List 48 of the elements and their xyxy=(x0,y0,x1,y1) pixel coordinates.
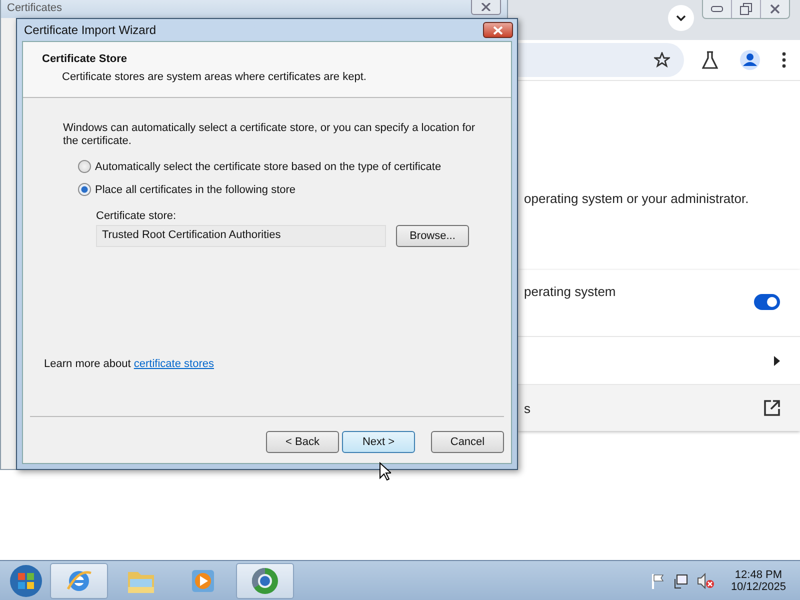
toggle-switch[interactable] xyxy=(754,294,780,310)
minimize-icon xyxy=(711,6,723,12)
radio-button[interactable] xyxy=(78,183,91,196)
close-button[interactable] xyxy=(471,0,501,15)
mouse-cursor-icon xyxy=(379,462,391,481)
clock-date: 10/12/2025 xyxy=(730,580,786,592)
wizard-button[interactable]: Cancel xyxy=(431,431,504,453)
dialog-title: Certificates xyxy=(7,1,62,16)
taskbar-app-button[interactable] xyxy=(50,562,108,598)
clock-time: 12:48 PM xyxy=(734,568,782,580)
close-icon xyxy=(481,3,491,11)
field-label: Certificate store: xyxy=(96,210,178,222)
intro-text: Windows can automatically select a certificate store, or you can specify a location for the certificate. xyxy=(63,122,476,148)
chevron-down-icon xyxy=(676,15,686,21)
star-icon[interactable] xyxy=(654,52,670,68)
radio-label[interactable]: Place all certificates in the following store xyxy=(95,184,296,196)
flag-icon[interactable] xyxy=(650,572,665,588)
radio-label[interactable]: Automatically select the certificate store based on the type of certificate xyxy=(95,160,442,172)
speaker-muted-icon[interactable] xyxy=(696,572,715,588)
wizard-button[interactable]: < Back xyxy=(266,431,339,453)
settings-description: operating system or your administrator. xyxy=(524,191,750,206)
windows-orb-icon xyxy=(9,564,43,598)
close-icon xyxy=(770,4,780,14)
menu-icon[interactable] xyxy=(782,52,786,68)
learn-more-link[interactable]: certificate stores xyxy=(134,358,214,370)
browse-button[interactable]: Browse... xyxy=(396,225,469,247)
globe-icon xyxy=(250,566,280,596)
page-heading: Certificate Store xyxy=(42,53,128,65)
tab-dropdown-button[interactable] xyxy=(668,5,694,31)
caret-right-icon[interactable] xyxy=(774,356,780,366)
wizard-button[interactable]: Next > xyxy=(342,431,415,453)
taskbar-app-button[interactable] xyxy=(236,562,294,598)
close-button[interactable] xyxy=(483,22,513,38)
flask-icon[interactable] xyxy=(702,51,718,69)
external-link-icon[interactable] xyxy=(764,400,780,416)
window-title: Certificate Import Wizard xyxy=(24,23,156,37)
profile-icon[interactable] xyxy=(740,50,760,70)
store-field[interactable]: Trusted Root Certification Authorities xyxy=(96,225,386,247)
network-icon[interactable] xyxy=(672,572,689,588)
learn-more-text: Learn more about certificate stores xyxy=(44,358,215,372)
restore-icon xyxy=(740,3,752,15)
close-icon xyxy=(493,26,503,34)
media-player-icon xyxy=(190,568,216,594)
clock[interactable]: 12:48 PM 10/12/2025 xyxy=(730,568,786,592)
setting-label: s xyxy=(524,400,530,416)
radio-button[interactable] xyxy=(78,160,91,173)
page-subheading: Certificate stores are system areas where certificates are kept. xyxy=(62,71,368,83)
setting-label: perating system xyxy=(524,284,616,299)
